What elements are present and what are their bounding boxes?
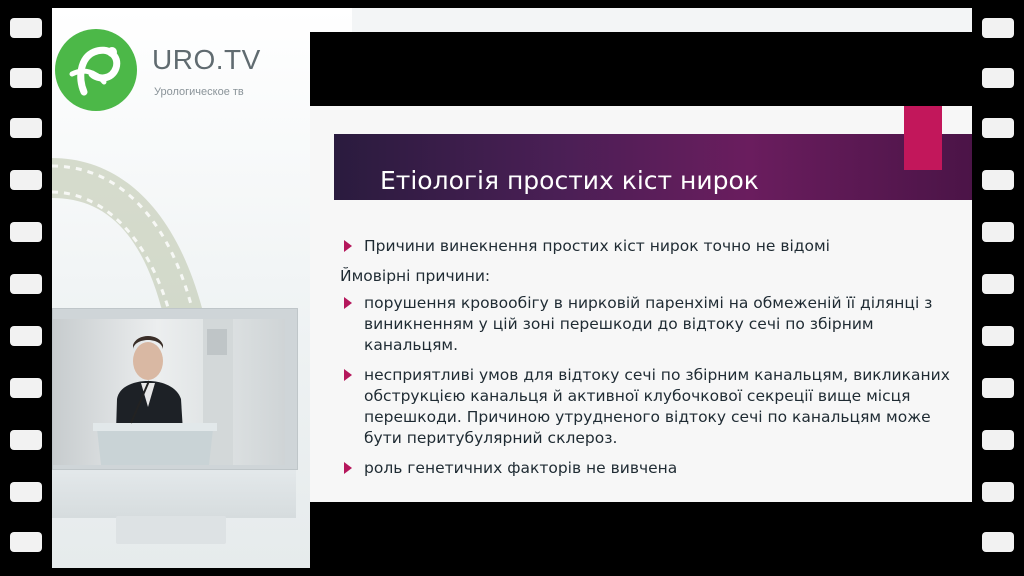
slide-title: Етіологія простих кіст нирок [380, 166, 759, 195]
speaker-video-panel [52, 308, 298, 470]
speaker-figure [93, 319, 233, 465]
monitor-base [52, 468, 296, 518]
film-hole [10, 378, 42, 398]
film-hole [982, 482, 1014, 502]
film-hole [10, 274, 42, 294]
list-item: роль генетичних факторів не вивчена [340, 458, 960, 479]
film-hole [982, 274, 1014, 294]
brand-title: URO.TV [152, 44, 261, 75]
speaker-video [53, 319, 285, 465]
slide-content: Причини винекнення простих кіст нирок то… [340, 236, 960, 488]
list-item: Причини винекнення простих кіст нирок то… [340, 236, 960, 257]
film-strip-left [0, 0, 52, 576]
bullet-text: порушення кровообігу в нирковій паренхім… [364, 294, 933, 354]
brand-subtitle: Урологическое тв [154, 86, 244, 98]
bullet-text: роль генетичних факторів не вивчена [364, 459, 678, 477]
film-reel-icon [52, 158, 202, 318]
film-hole [982, 68, 1014, 88]
bullet-arrow-icon [344, 240, 352, 252]
bullet-arrow-icon [344, 369, 352, 381]
film-hole [10, 222, 42, 242]
presentation-area: Етіологія простих кіст нирок Причини вин… [310, 32, 972, 568]
bullet-arrow-icon [344, 462, 352, 474]
film-hole [10, 482, 42, 502]
film-hole [982, 326, 1014, 346]
film-hole [982, 118, 1014, 138]
film-hole [982, 170, 1014, 190]
film-hole [10, 532, 42, 552]
film-hole [982, 222, 1014, 242]
film-hole [10, 170, 42, 190]
film-hole [10, 430, 42, 450]
film-hole [982, 18, 1014, 38]
slide: Етіологія простих кіст нирок Причини вин… [310, 106, 972, 502]
film-hole [982, 430, 1014, 450]
monitor-stand [116, 516, 226, 544]
list-item: несприятливі умов для відтоку сечі по зб… [340, 365, 960, 449]
bullet-text: Причини винекнення простих кіст нирок то… [364, 237, 830, 255]
slide-accent-bar [904, 106, 942, 170]
film-hole [10, 118, 42, 138]
probable-causes-label: Ймовірні причини: [340, 267, 491, 285]
film-hole [982, 378, 1014, 398]
bullet-arrow-icon [344, 297, 352, 309]
uro-tv-logo-icon [55, 29, 137, 111]
film-strip-right [972, 0, 1024, 576]
bullet-text: несприятливі умов для відтоку сечі по зб… [364, 366, 950, 447]
video-frame: URO.TV Урологическое тв Етіологія прости… [52, 8, 972, 568]
film-hole [10, 68, 42, 88]
film-hole [10, 326, 42, 346]
film-hole [10, 18, 42, 38]
film-hole [982, 532, 1014, 552]
list-item: порушення кровообігу в нирковій паренхім… [340, 293, 960, 356]
